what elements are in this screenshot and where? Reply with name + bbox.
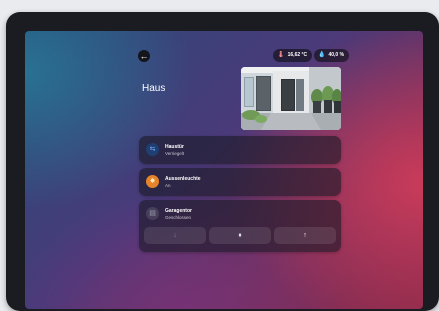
door-camera-illustration — [241, 67, 341, 130]
thermometer-icon: 🌡 — [277, 52, 285, 58]
humidity-pill: 💧 40,0 % — [314, 49, 350, 62]
page-title: Haus — [142, 83, 166, 94]
pause-icon: ⏸ — [238, 232, 242, 239]
humidity-value: 40,0 % — [328, 52, 345, 58]
arrow-left-icon: ← — [139, 51, 149, 61]
garage-close-button[interactable]: ↓ — [144, 227, 206, 244]
garage-icon: ▤ — [146, 207, 159, 220]
screen: ← 🌡 16,62 °C 💧 40,0 % Haus ⇆ Haustür Ver… — [25, 31, 423, 309]
device-state: Verriegelt — [165, 151, 185, 156]
garage-open-button[interactable]: ↑ — [274, 227, 336, 244]
door-camera-image[interactable] — [241, 67, 341, 130]
back-button[interactable]: ← — [138, 50, 150, 62]
device-name: Garagentor — [165, 208, 192, 214]
droplet-icon: 💧 — [318, 52, 326, 58]
temperature-pill: 🌡 16,62 °C — [273, 49, 313, 62]
device-card-front-door[interactable]: ⇆ Haustür Verriegelt — [139, 136, 341, 164]
device-name: Aussenleuchte — [165, 176, 201, 182]
device-card-garage[interactable]: ▤ Garagentor Geschlossen ↓ ⏸ ↑ — [139, 200, 341, 252]
arrow-up-icon: ↑ — [303, 232, 307, 239]
device-card-outdoor-light[interactable]: ✸ Aussenleuchte An — [139, 168, 341, 196]
garage-stop-button[interactable]: ⏸ — [209, 227, 271, 244]
door-lock-icon: ⇆ — [146, 143, 159, 156]
arrow-down-icon: ↓ — [173, 232, 177, 239]
tablet-frame: ← 🌡 16,62 °C 💧 40,0 % Haus ⇆ Haustür Ver… — [6, 12, 439, 311]
device-state: Geschlossen — [165, 215, 192, 220]
temperature-value: 16,62 °C — [287, 52, 308, 58]
light-bulb-icon: ✸ — [146, 175, 159, 188]
device-state: An — [165, 183, 171, 188]
device-name: Haustür — [165, 144, 184, 150]
